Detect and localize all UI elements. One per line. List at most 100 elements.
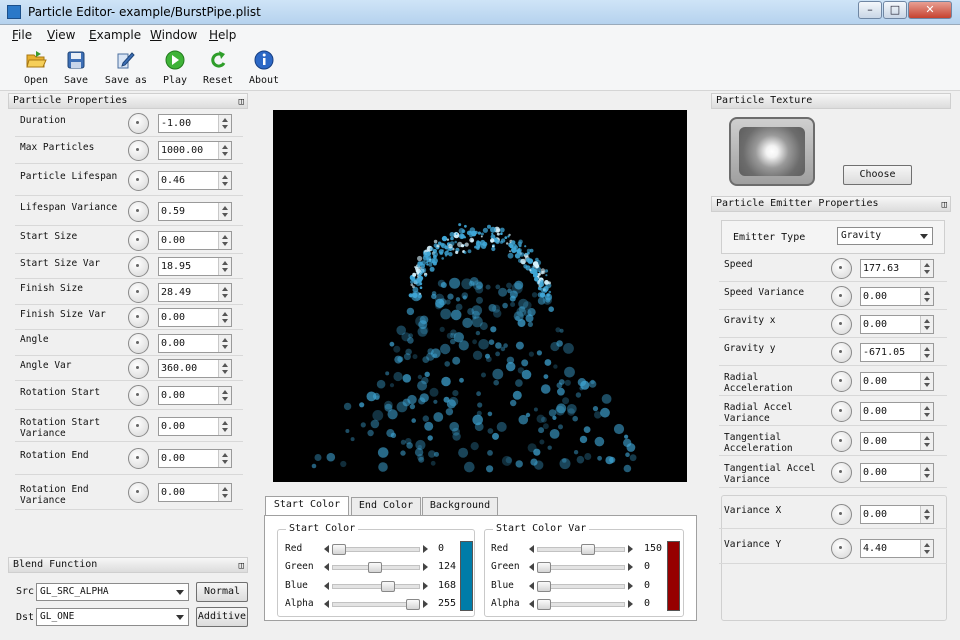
particle-prop-10-spinbox[interactable]: 0.00 [158,386,232,405]
particle-prop-0-spinbox[interactable]: -1.00 [158,114,232,133]
particle-prop-4-dial[interactable] [128,229,149,251]
particle-prop-6-dial[interactable] [128,281,149,303]
start-color-var-swatch[interactable] [667,541,680,611]
start_color_var-2-slider[interactable] [528,581,634,592]
emitter-prop-0-spinbox[interactable]: 177.63 [860,258,934,278]
particle-prop-11-spinbox[interactable]: 0.00 [158,416,232,436]
variance-1-dial[interactable] [831,537,852,559]
additive-button[interactable]: Additive [196,607,248,627]
particle-prop-7-stepper-arrows[interactable] [218,309,231,326]
reset-button[interactable]: Reset [196,49,240,86]
particle-prop-12-stepper-arrows[interactable] [218,450,231,467]
particle-prop-9-spinbox[interactable]: 360.00 [158,359,232,378]
menu-view[interactable]: View [47,28,75,42]
particle-prop-9-stepper-arrows[interactable] [218,360,231,377]
chevron-left-icon[interactable] [529,600,534,608]
chevron-right-icon[interactable] [423,582,428,590]
particle-prop-12-spinbox[interactable]: 0.00 [158,449,232,468]
particle-prop-3-spinbox[interactable]: 0.59 [158,201,232,221]
emitter-prop-1-stepper-arrows[interactable] [920,287,933,305]
play-button[interactable]: Play [153,49,197,86]
variance-0-stepper-arrows[interactable] [920,505,933,523]
start_color-0-slider[interactable] [323,544,429,555]
float-panel-icon[interactable]: ◫ [942,198,947,212]
chevron-right-icon[interactable] [628,600,633,608]
particle-prop-3-stepper-arrows[interactable] [218,202,231,220]
particle-prop-13-spinbox[interactable]: 0.00 [158,483,232,502]
chevron-right-icon[interactable] [423,545,428,553]
emitter-type-select[interactable]: Gravity [837,227,933,245]
float-panel-icon[interactable]: ◫ [239,95,244,109]
chevron-left-icon[interactable] [324,600,329,608]
emitter-prop-3-spinbox[interactable]: -671.05 [860,342,934,362]
chevron-left-icon[interactable] [529,545,534,553]
emitter-prop-7-stepper-arrows[interactable] [920,463,933,481]
particle-prop-2-dial[interactable] [128,169,149,191]
particle-prop-5-stepper-arrows[interactable] [218,258,231,275]
menu-help[interactable]: Help [209,28,236,42]
particle-prop-7-dial[interactable] [128,307,149,328]
emitter-prop-6-stepper-arrows[interactable] [920,432,933,450]
dst-blend-select[interactable]: GL_ONE [36,608,189,626]
start_color_var-0-thumb[interactable] [580,544,595,555]
particle-prop-2-stepper-arrows[interactable] [218,171,231,189]
particle-prop-4-stepper-arrows[interactable] [218,231,231,249]
particle-prop-8-stepper-arrows[interactable] [218,334,231,352]
tab-end-color[interactable]: End Color [351,497,421,515]
start_color-1-thumb[interactable] [367,562,382,573]
particle-prop-13-dial[interactable] [128,482,149,503]
particle-prop-5-spinbox[interactable]: 18.95 [158,257,232,276]
emitter-prop-1-dial[interactable] [831,285,852,307]
particle-prop-13-stepper-arrows[interactable] [218,484,231,501]
chevron-right-icon[interactable] [423,600,428,608]
tab-background[interactable]: Background [422,497,498,515]
emitter-prop-5-dial[interactable] [831,400,852,422]
particle-prop-4-spinbox[interactable]: 0.00 [158,230,232,250]
emitter-prop-6-spinbox[interactable]: 0.00 [860,431,934,451]
texture-preview[interactable] [729,117,815,186]
emitter-prop-0-dial[interactable] [831,257,852,279]
emitter-prop-4-stepper-arrows[interactable] [920,372,933,390]
particle-prop-12-dial[interactable] [128,448,149,469]
minimize-button[interactable]: – [858,1,882,19]
emitter-prop-0-stepper-arrows[interactable] [920,259,933,277]
chevron-left-icon[interactable] [529,582,534,590]
start_color_var-3-thumb[interactable] [537,599,551,610]
chevron-left-icon[interactable] [324,563,329,571]
chevron-right-icon[interactable] [423,563,428,571]
particle-prop-8-spinbox[interactable]: 0.00 [158,333,232,353]
particle-prop-6-stepper-arrows[interactable] [218,283,231,301]
particle-prop-1-stepper-arrows[interactable] [218,142,231,159]
particle-prop-11-stepper-arrows[interactable] [218,417,231,435]
start_color_var-2-thumb[interactable] [537,581,551,592]
start-color-swatch[interactable] [460,541,473,611]
start_color-3-thumb[interactable] [406,599,420,610]
particle-prop-9-dial[interactable] [128,358,149,379]
particle-prop-0-dial[interactable] [128,113,149,134]
start_color-2-thumb[interactable] [380,581,395,592]
menu-example[interactable]: Example [89,28,141,42]
float-panel-icon[interactable]: ◫ [239,559,244,573]
particle-prop-6-spinbox[interactable]: 28.49 [158,282,232,302]
menu-file[interactable]: File [12,28,32,42]
chevron-left-icon[interactable] [529,563,534,571]
emitter-prop-4-spinbox[interactable]: 0.00 [860,371,934,391]
emitter-prop-1-spinbox[interactable]: 0.00 [860,286,934,306]
variance-1-stepper-arrows[interactable] [920,539,933,557]
chevron-left-icon[interactable] [324,545,329,553]
emitter-prop-2-spinbox[interactable]: 0.00 [860,314,934,334]
save-as-button[interactable]: Save as [103,49,149,86]
maximize-button[interactable]: □ [883,1,907,19]
start_color_var-0-slider[interactable] [528,544,634,555]
particle-preview-canvas[interactable] [273,110,687,482]
particle-prop-0-stepper-arrows[interactable] [218,115,231,132]
src-blend-select[interactable]: GL_SRC_ALPHA [36,583,189,601]
particle-prop-1-spinbox[interactable]: 1000.00 [158,141,232,160]
chevron-right-icon[interactable] [628,563,633,571]
emitter-prop-3-dial[interactable] [831,341,852,363]
start_color-0-thumb[interactable] [332,544,346,555]
emitter-prop-6-dial[interactable] [831,430,852,452]
particle-prop-3-dial[interactable] [128,200,149,222]
start_color-2-slider[interactable] [323,581,429,592]
particle-prop-2-spinbox[interactable]: 0.46 [158,170,232,190]
